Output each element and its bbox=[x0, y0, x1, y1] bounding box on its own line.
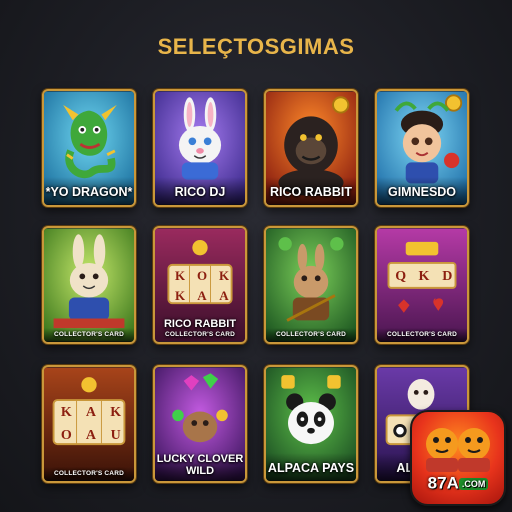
brand-logo[interactable]: 87A .COM bbox=[410, 410, 506, 506]
bunny-art bbox=[44, 228, 134, 342]
page-title: SELEÇTOSGIMAS bbox=[157, 34, 355, 59]
reel-symbol: O bbox=[60, 428, 72, 443]
game-card-collectors-card-4[interactable]: K A K O A U COLLECTOR'S CARD bbox=[42, 365, 136, 483]
game-title: RICO RABBIT bbox=[266, 177, 356, 205]
game-card-alpaca-pays[interactable]: ALPACA PAYS bbox=[264, 365, 358, 483]
reel-symbol: A bbox=[85, 405, 97, 420]
game-card-collectors-card-2[interactable]: COLLECTOR'S CARD bbox=[264, 226, 358, 344]
game-subtitle: COLLECTOR'S CARD bbox=[44, 467, 134, 481]
game-card-gimnesdo[interactable]: GIMNESDO bbox=[375, 89, 469, 207]
reel-grid: K A K O A U bbox=[54, 401, 128, 447]
reel-symbol: Q bbox=[395, 269, 407, 284]
game-title-line-1: LUCKY CLOVER bbox=[156, 453, 244, 465]
reel-symbol: K bbox=[218, 268, 230, 283]
game-subtitle: COLLECTOR'S CARD bbox=[165, 331, 235, 338]
reel-symbol: K bbox=[174, 288, 186, 303]
game-title: ALPACA PAYS bbox=[266, 453, 356, 481]
game-card-lucky-clover-wild[interactable]: LUCKY CLOVER WILD bbox=[153, 365, 247, 483]
reel-symbol: K bbox=[110, 405, 122, 420]
game-title: *YO DRAGON* bbox=[44, 177, 134, 205]
game-card-rico-rabbit-collectors[interactable]: K O K K A A RICO RABBIT COLLECTOR'S CARD bbox=[153, 226, 247, 344]
reel-symbol: K bbox=[174, 268, 186, 283]
brand-main: 87A bbox=[427, 474, 459, 493]
reel-symbol: A bbox=[85, 428, 97, 443]
game-card-collectors-card-3[interactable]: Q K D COLLECTOR'S CARD bbox=[375, 226, 469, 344]
brand-name: 87A .COM bbox=[412, 473, 504, 494]
reel-symbol: U bbox=[110, 428, 121, 443]
game-card-collectors-card-1[interactable]: COLLECTOR'S CARD bbox=[42, 226, 136, 344]
reel-grid: K O K K A A bbox=[169, 266, 235, 306]
reel-symbol: D bbox=[442, 269, 453, 284]
game-subtitle: COLLECTOR'S CARD bbox=[266, 328, 356, 342]
game-card-yo-dragon[interactable]: *YO DRAGON* bbox=[42, 89, 136, 207]
game-lobby: { "page": { "title": "SELEÇTOSGIMAS" }, … bbox=[0, 0, 512, 512]
game-card-rico-dj[interactable]: RICO DJ bbox=[153, 89, 247, 207]
game-title-line-2: WILD bbox=[185, 465, 215, 477]
game-title: RICO DJ bbox=[155, 177, 245, 205]
reel-symbol: K bbox=[418, 269, 430, 284]
game-subtitle: COLLECTOR'S CARD bbox=[44, 328, 134, 342]
game-title: GIMNESDO bbox=[377, 177, 467, 205]
game-card-rico-rabbit[interactable]: RICO RABBIT bbox=[264, 89, 358, 207]
reel-symbol: O bbox=[196, 268, 208, 283]
reel-symbol: A bbox=[219, 288, 229, 303]
game-title: LUCKY CLOVER WILD bbox=[155, 453, 245, 481]
reel-symbol: K bbox=[60, 405, 72, 420]
game-subtitle: COLLECTOR'S CARD bbox=[377, 328, 467, 342]
brand-tld: .COM bbox=[458, 478, 489, 490]
reel-symbol: A bbox=[197, 288, 207, 303]
reel-grid: Q K D bbox=[389, 264, 459, 290]
bunny-warrior-art bbox=[266, 228, 356, 342]
